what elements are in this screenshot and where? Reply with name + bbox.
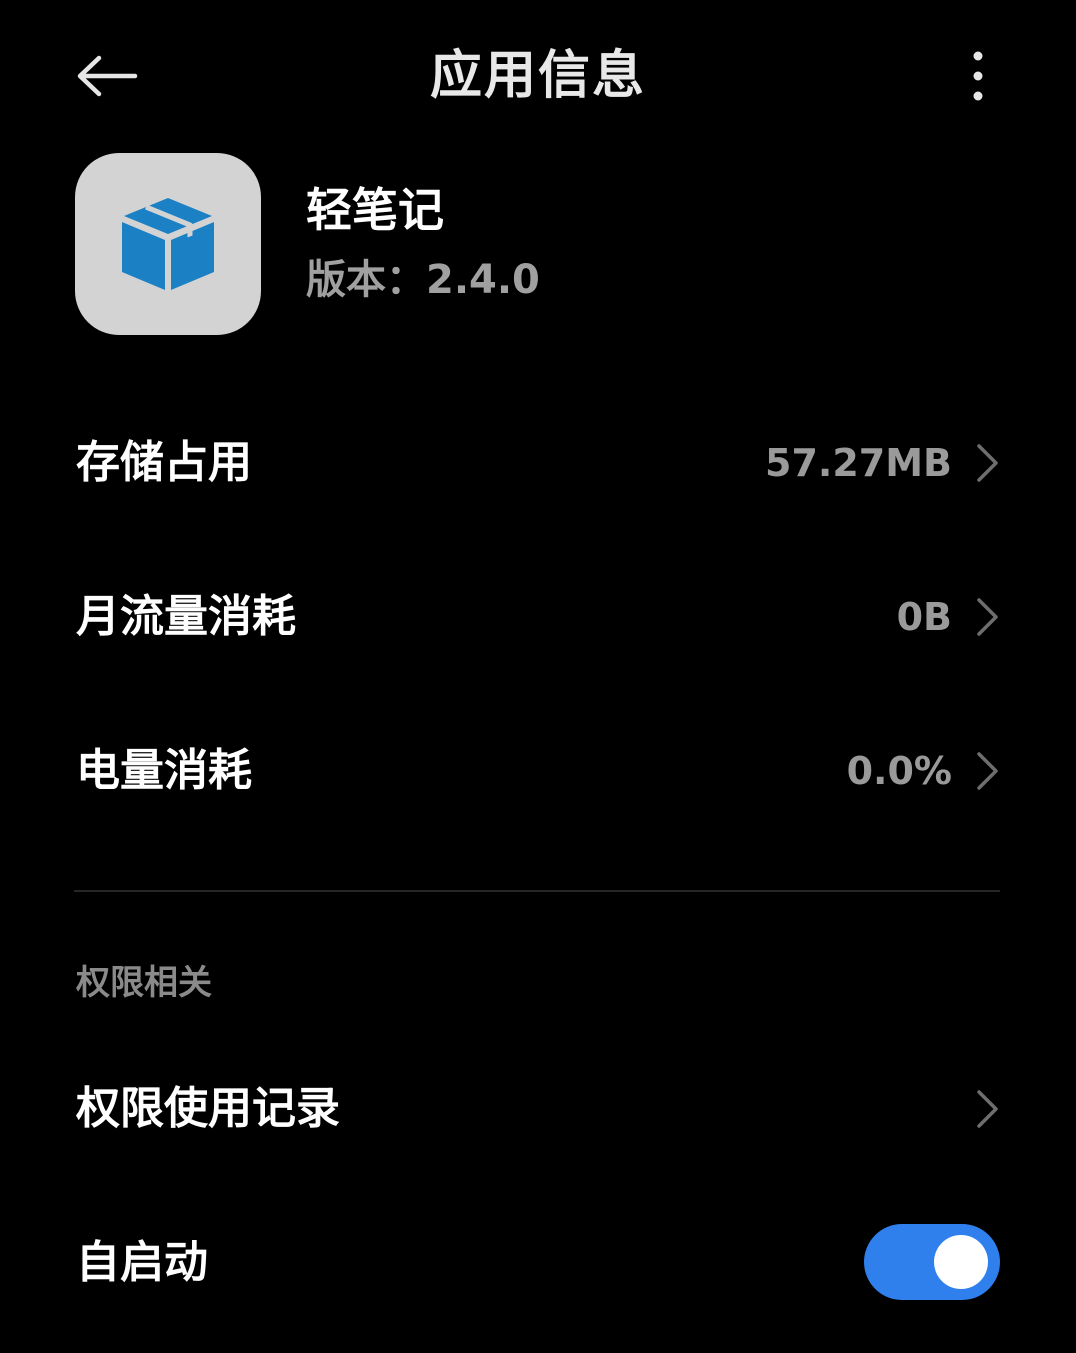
autostart-toggle[interactable] [864,1224,1000,1300]
battery-usage-row[interactable]: 电量消耗 0.0% [0,696,1076,846]
more-options-button[interactable] [950,46,1006,106]
page-title: 应用信息 [429,46,646,106]
more-vertical-icon [973,51,983,101]
row-label: 自启动 [76,1237,208,1288]
row-label: 存储占用 [76,437,252,488]
app-icon [75,153,261,335]
storage-usage-row[interactable]: 存储占用 57.27MB [0,388,1076,538]
row-label: 权限使用记录 [76,1083,340,1134]
chevron-right-icon [977,752,998,790]
chevron-right-icon [977,1090,998,1128]
permission-usage-record-row[interactable]: 权限使用记录 [0,1034,1076,1184]
top-bar: 应用信息 [0,0,1076,150]
app-version: 版本： 2.4.0 [306,252,540,308]
app-header: 轻笔记 版本： 2.4.0 [0,150,1076,340]
row-label: 电量消耗 [76,745,252,796]
row-label: 月流量消耗 [76,591,296,642]
row-value: 0.0% [846,749,952,793]
row-value: 57.27MB [765,441,952,485]
toggle-knob [934,1235,988,1289]
row-value: 0B [896,595,952,639]
monthly-data-row[interactable]: 月流量消耗 0B [0,542,1076,692]
chevron-right-icon [977,598,998,636]
version-number: 2.4.0 [426,257,540,303]
chevron-right-icon [977,444,998,482]
package-box-icon [122,198,214,290]
permissions-section-header: 权限相关 [76,963,212,1003]
app-name: 轻笔记 [306,183,444,237]
divider [74,890,1000,892]
version-label: 版本： [306,257,426,303]
